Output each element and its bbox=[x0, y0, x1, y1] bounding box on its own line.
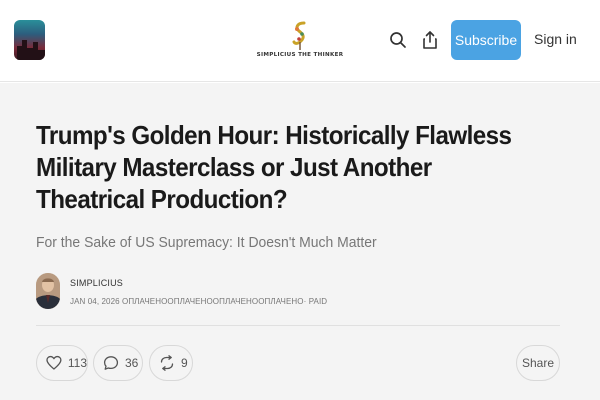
avatar-portrait-icon bbox=[36, 273, 60, 309]
top-bar: SIMPLICIUS THE THINKER Subscribe Sign in bbox=[0, 0, 600, 82]
article-header: Trump's Golden Hour: Historically Flawle… bbox=[0, 83, 600, 400]
publication-logo[interactable] bbox=[14, 20, 45, 60]
publication-name: SIMPLICIUS THE THINKER bbox=[256, 52, 344, 58]
comment-icon bbox=[103, 356, 119, 370]
post-date-meta: JAN 04, 2026 ОПЛАЧЕНООПЛАЧЕНООПЛАЧЕНООПЛ… bbox=[70, 297, 328, 306]
post-subtitle: For the Sake of US Supremacy: It Doesn't… bbox=[36, 234, 377, 251]
restack-button[interactable]: 9 bbox=[149, 345, 193, 381]
restack-count: 9 bbox=[181, 356, 188, 370]
like-button[interactable]: 113 bbox=[36, 345, 88, 381]
share-label: Share bbox=[521, 356, 555, 370]
like-count: 113 bbox=[67, 356, 87, 370]
heart-icon bbox=[46, 355, 62, 370]
author-name[interactable]: SIMPLICIUS bbox=[70, 278, 123, 288]
divider bbox=[36, 325, 560, 326]
search-icon[interactable] bbox=[388, 30, 408, 50]
publication-brand[interactable]: SIMPLICIUS THE THINKER bbox=[255, 20, 345, 64]
subscribe-button[interactable]: Subscribe bbox=[451, 20, 521, 60]
author-avatar[interactable] bbox=[36, 273, 60, 309]
share-icon[interactable] bbox=[420, 30, 440, 50]
sign-in-link[interactable]: Sign in bbox=[534, 31, 577, 47]
comment-count: 36 bbox=[125, 356, 139, 370]
share-button[interactable]: Share bbox=[516, 345, 560, 381]
comment-button[interactable]: 36 bbox=[93, 345, 143, 381]
brand-emblem-icon bbox=[292, 21, 306, 50]
post-title: Trump's Golden Hour: Historically Flawle… bbox=[36, 120, 512, 214]
restack-icon bbox=[160, 355, 174, 371]
